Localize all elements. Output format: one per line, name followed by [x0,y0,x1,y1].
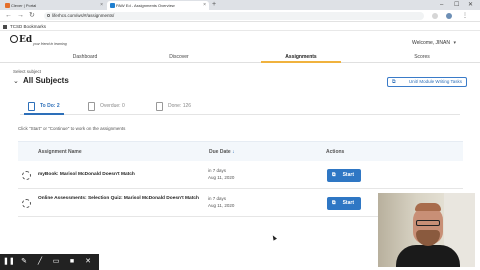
tab-overdue[interactable]: Overdue: 0 [88,102,125,111]
camera-icon[interactable]: ■ [67,257,77,267]
clipboard-check-icon [156,102,163,111]
header-due-date[interactable]: Due Date ↓ [209,142,235,162]
app-header [0,32,480,52]
annotation-toolbar: ❚❚ ✎ ╱ ▭ ■ ✕ [0,254,99,270]
tab-label: Done: 126 [168,103,192,109]
header-actions: Actions [326,149,345,155]
external-link-icon: ⧉ [332,200,336,206]
reload-icon[interactable]: ↻ [29,11,35,21]
browser-tab-assignments[interactable]: PAW Ed - Assignments Overview × [107,1,209,10]
ed-favicon-icon [110,3,115,8]
pause-icon[interactable]: ❚❚ [3,257,15,267]
start-label: Start [342,172,354,178]
logo-mark-icon [10,35,18,43]
forward-icon[interactable]: → [17,11,24,21]
table-header: Assignment Name Due Date ↓ Actions [18,141,463,161]
status-circle-icon [22,199,31,208]
tab-label: To Do: 2 [40,103,60,109]
url-input[interactable]: liferhcs.com/ws/#/assignments/ [44,12,424,20]
tab-label: Overdue: 0 [100,103,125,109]
bookmark-tcsd[interactable]: TCSD Bookmarks [10,24,46,29]
tab-done[interactable]: Done: 126 [156,102,191,111]
due-relative: in 7 days [208,196,227,201]
table-row: myBook: Marisol McDonald Doesn't Match i… [18,162,463,189]
address-bar-row: ← → ↻ liferhcs.com/ws/#/assignments/ ⋮ [0,10,480,22]
unit-module-writing-tasks-button[interactable]: ⧉ Unit/ Module Writing Tasks [387,77,467,87]
logo-text: Ed [19,35,33,45]
external-link-icon: ⧉ [332,172,336,178]
ed-logo[interactable]: Ed [10,35,32,45]
sort-arrow-icon: ↓ [232,149,235,155]
minimize-button[interactable]: – [440,0,443,10]
start-button[interactable]: ⧉ Start [327,197,361,210]
logo-tagline: your friend in learning [33,42,67,46]
clipboard-icon [28,102,35,111]
new-tab-button[interactable]: + [212,0,216,10]
nav-discover[interactable]: Discover [139,52,219,62]
bookmarks-bar: TCSD Bookmarks [0,22,480,31]
welcome-user[interactable]: Welcome, JINAN [412,40,450,46]
due-date: Aug 11, 2020 [208,203,235,208]
external-link-icon: ⧉ [392,79,396,85]
close-tab-icon[interactable]: × [203,1,206,10]
unit-button-label: Unit/ Module Writing Tasks [408,79,462,84]
pen-icon[interactable]: ✎ [19,257,29,267]
header-due-label: Due Date [209,149,231,155]
webcam-person-hair [415,203,441,211]
nav-assignments[interactable]: Assignments [261,52,341,63]
nav-dashboard[interactable]: Dashboard [45,52,125,62]
header-assignment-name[interactable]: Assignment Name [38,142,82,162]
profile-avatar-icon[interactable] [446,13,452,19]
eraser-icon[interactable]: ▭ [51,257,61,267]
bookmark-folder-icon [3,25,7,29]
browser-tab-strip: Clever | Portal × PAW Ed - Assignments O… [0,0,480,10]
lock-icon [47,14,50,17]
maximize-button[interactable]: ☐ [454,0,459,10]
tab-to-do[interactable]: To Do: 2 [24,102,64,115]
close-tab-icon[interactable]: × [100,1,103,10]
select-subject-label: Select subject [13,69,42,74]
start-button[interactable]: ⧉ Start [327,169,361,182]
tab-title: PAW Ed - Assignments Overview [116,3,175,8]
webcam-person-shirt [396,245,460,267]
webcam-video [378,193,475,267]
instructions-text: Click "Start" or "Continue" to work on t… [18,126,126,131]
clever-favicon-icon [5,3,10,8]
tab-title: Clever | Portal [11,3,37,8]
extension-icon[interactable] [432,13,438,19]
clipboard-icon [88,102,95,111]
status-circle-icon [22,171,31,180]
webcam-person-glasses [416,220,440,226]
chevron-down-icon[interactable]: ▾ [453,40,456,46]
due-date: Aug 11, 2020 [208,175,235,180]
mouse-cursor-icon [271,234,277,241]
close-icon[interactable]: ✕ [83,257,93,267]
start-label: Start [342,200,354,206]
close-window-button[interactable]: ✕ [468,0,473,10]
main-nav: Dashboard Discover Assignments Scores [0,52,480,63]
assignment-name[interactable]: myBook: Marisol McDonald Doesn't Match [38,171,208,179]
nav-scores[interactable]: Scores [382,52,462,62]
assignment-name[interactable]: Online Assessments: Selection Quiz: Mari… [38,195,208,203]
back-icon[interactable]: ← [5,11,12,21]
marker-icon[interactable]: ╱ [35,257,45,267]
assignment-status-tabs: To Do: 2 Overdue: 0 Done: 126 [20,100,460,115]
subject-dropdown[interactable]: All Subjects [23,76,69,85]
browser-tab-clever[interactable]: Clever | Portal × [2,1,106,10]
chevron-down-icon[interactable]: ⌄ [13,77,19,85]
browser-menu-icon[interactable]: ⋮ [462,13,468,19]
due-relative: in 7 days [208,168,227,173]
